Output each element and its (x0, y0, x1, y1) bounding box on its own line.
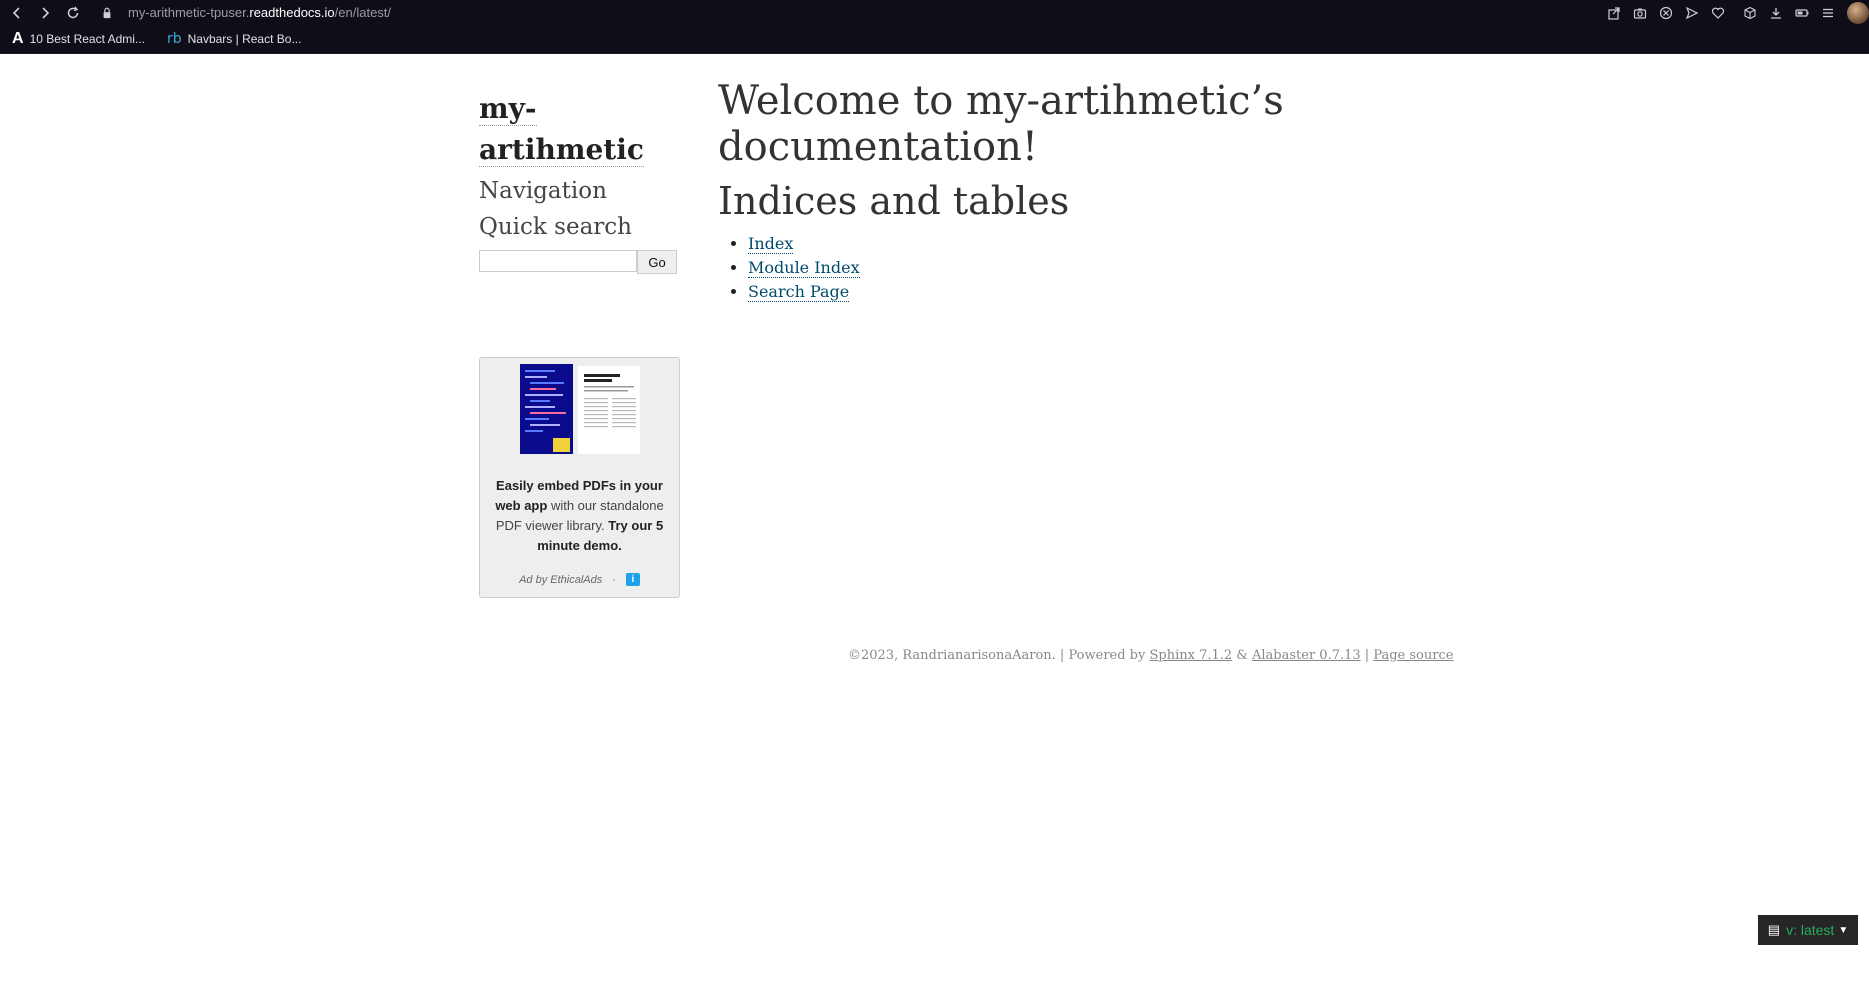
page-content: my- artihmetic Navigation Quick search G… (0, 53, 1869, 994)
sidebar: my- artihmetic Navigation Quick search G… (479, 88, 682, 274)
search-page-link[interactable]: Search Page (748, 282, 850, 302)
send-icon[interactable] (1679, 0, 1705, 25)
main-content: Welcome to my-artihmetic’s documentation… (718, 78, 1418, 304)
url-prefix: my-arithmetic-tpuser. (128, 5, 250, 20)
go-button[interactable]: Go (637, 250, 677, 274)
lock-icon (100, 6, 114, 20)
logo-line-1[interactable]: my- (479, 92, 537, 126)
logo-link[interactable]: my- artihmetic (479, 88, 682, 170)
forward-icon[interactable] (34, 0, 56, 25)
heart-icon[interactable] (1705, 0, 1731, 25)
quick-search-heading: Quick search (479, 214, 632, 240)
list-item: Module Index (748, 256, 1418, 280)
reload-icon[interactable] (62, 0, 84, 25)
module-index-link[interactable]: Module Index (748, 258, 860, 278)
version-badge[interactable]: ▤ v: latest ▼ (1758, 915, 1858, 945)
indices-list: Index Module Index Search Page (718, 232, 1418, 304)
footer-pipe: | (1360, 648, 1374, 663)
ad-by-label[interactable]: Ad by EthicalAds (519, 574, 602, 586)
page-source-link[interactable]: Page source (1373, 648, 1453, 663)
footer-amp: & (1232, 648, 1252, 663)
ad-text[interactable]: Easily embed PDFs in your web app with o… (484, 476, 675, 556)
menu-icon[interactable] (1815, 0, 1841, 25)
info-icon[interactable]: i (625, 573, 640, 586)
ad-image[interactable] (520, 364, 640, 454)
block-icon[interactable] (1653, 0, 1679, 25)
alabaster-link[interactable]: Alabaster 0.7.13 (1252, 648, 1361, 663)
version-label: v: latest (1786, 922, 1835, 938)
logo-line-2[interactable]: artihmetic (479, 133, 644, 167)
url-host: readthedocs.io (249, 5, 335, 20)
bookmark-label: Navbars | React Bo... (187, 32, 302, 46)
page-title: Welcome to my-artihmetic’s documentation… (718, 78, 1284, 170)
sphinx-link[interactable]: Sphinx 7.1.2 (1149, 648, 1232, 663)
bookmark-react-admin[interactable]: A 10 Best React Admi... (12, 30, 145, 48)
profile-avatar[interactable] (1847, 1, 1869, 24)
bookmark-label: 10 Best React Admi... (29, 32, 145, 46)
download-icon[interactable] (1763, 0, 1789, 25)
bookmark-react-bootstrap-icon: rb (166, 31, 182, 47)
browser-toolbar: my-arithmetic-tpuser.readthedocs.io/en/l… (0, 0, 1869, 25)
bookmarks-bar: A 10 Best React Admi... rb Navbars | Rea… (0, 25, 1869, 54)
navigation-heading: Navigation (479, 178, 607, 204)
list-item: Search Page (748, 280, 1418, 304)
share-icon[interactable] (1601, 0, 1627, 25)
cube-icon[interactable] (1737, 0, 1763, 25)
ethical-ad[interactable]: Easily embed PDFs in your web app with o… (479, 357, 680, 598)
camera-icon[interactable] (1627, 0, 1653, 25)
ad-attribution: Ad by EthicalAds · i (480, 573, 679, 586)
footer: ©2023, RandrianarisonaAaron. | Powered b… (848, 648, 1453, 663)
caret-down-icon: ▼ (1838, 924, 1849, 936)
ad-separator: · (612, 573, 616, 586)
search-form: Go (479, 250, 682, 274)
bookmark-navbars[interactable]: rb Navbars | React Bo... (167, 31, 302, 47)
footer-copyright: ©2023, RandrianarisonaAaron. | Powered b… (848, 648, 1150, 663)
book-icon: ▤ (1767, 922, 1781, 937)
search-input[interactable] (479, 250, 637, 272)
url-path: /en/latest/ (334, 5, 392, 20)
back-icon[interactable] (6, 0, 28, 25)
index-link[interactable]: Index (748, 234, 794, 254)
bookmark-a-icon: A (12, 30, 24, 47)
indices-heading: Indices and tables (718, 179, 1070, 223)
list-item: Index (748, 232, 1418, 256)
battery-icon[interactable] (1789, 0, 1815, 25)
address-bar[interactable]: my-arithmetic-tpuser.readthedocs.io/en/l… (128, 5, 391, 20)
